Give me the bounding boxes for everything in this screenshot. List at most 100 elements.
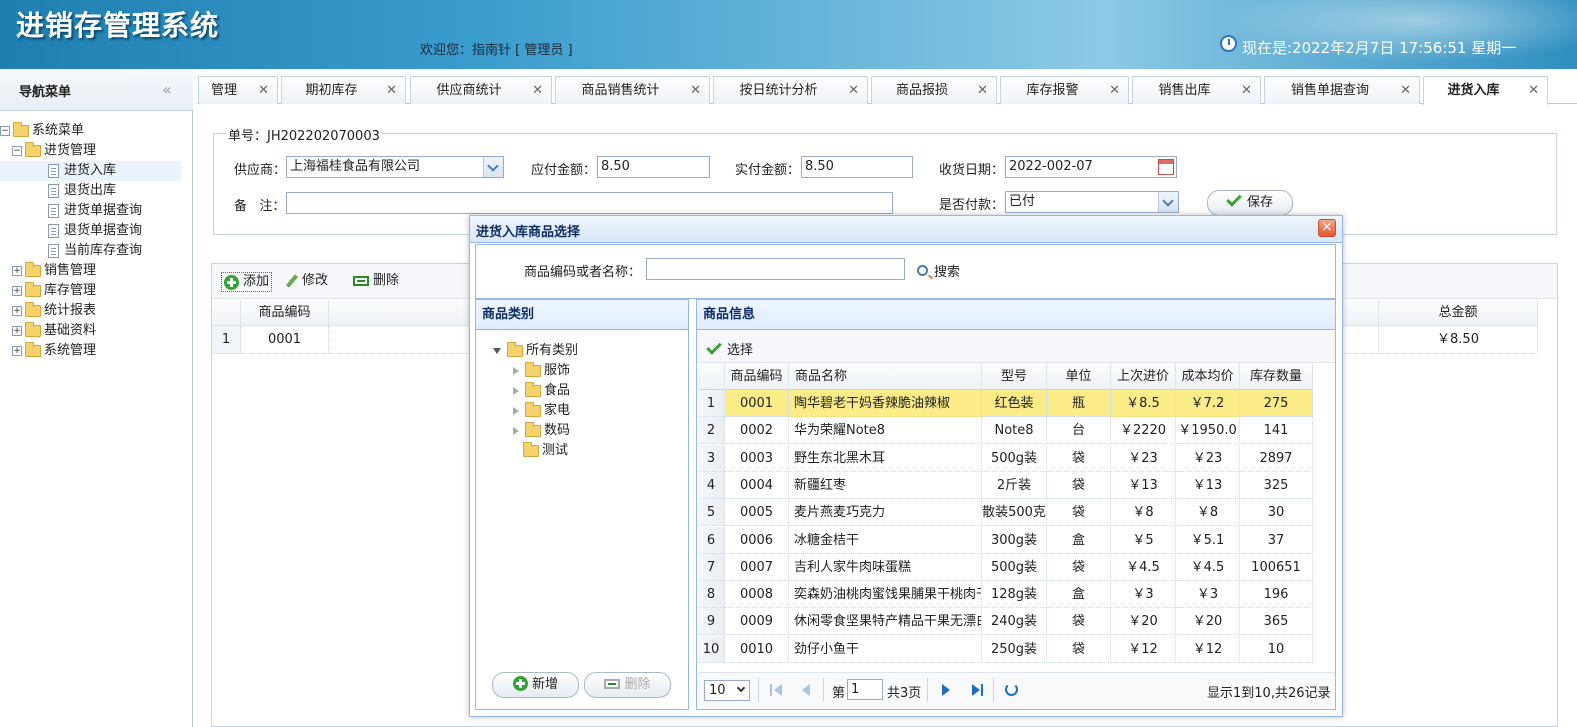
product-cell-stock[interactable]: 30	[1240, 499, 1313, 527]
tab-supplier-stats[interactable]: 供应商统计 ✕	[410, 76, 552, 104]
dialog-header[interactable]	[470, 216, 1342, 243]
product-cell-last-price[interactable]: ￥8.5	[1111, 390, 1176, 417]
product-row[interactable]: 6 0006 冰糖金桔干 300g装盒 ￥5 ￥5.1 37	[698, 526, 1313, 554]
product-cell-name[interactable]: 休闲零食坚果特产精品干果无漂白	[789, 608, 982, 636]
collapse-nav-icon[interactable]: «	[162, 80, 172, 99]
nav-item-purchase-query[interactable]: 进货单据查询	[0, 201, 190, 221]
close-tab-icon[interactable]: ✕	[532, 77, 543, 104]
close-tab-icon[interactable]: ✕	[1400, 77, 1411, 104]
product-row[interactable]: 1 0001 陶华碧老干妈香辣脆油辣椒 红色装瓶 ￥8.5 ￥7.2 275	[698, 390, 1313, 417]
product-cell-avg-cost[interactable]: ￥20	[1176, 608, 1240, 636]
tree-root[interactable]: − 系统菜单	[0, 121, 190, 141]
product-header-unit[interactable]: 单位	[1047, 363, 1111, 390]
collapse-toggle-icon[interactable]: −	[12, 146, 22, 156]
page-number-input[interactable]: 1	[847, 679, 883, 700]
grid-header-code[interactable]: 商品编码	[241, 300, 329, 326]
expand-toggle-icon[interactable]: +	[12, 306, 22, 316]
collapsed-arrow-icon[interactable]	[513, 387, 519, 395]
product-cell-model[interactable]: 300g装	[982, 526, 1047, 554]
product-cell-name[interactable]: 华为荣耀Note8	[789, 417, 982, 445]
close-tab-icon[interactable]: ✕	[1241, 77, 1252, 104]
product-cell-name[interactable]: 陶华碧老干妈香辣脆油辣椒	[789, 390, 982, 417]
chevron-down-icon[interactable]	[1158, 192, 1178, 212]
chevron-down-icon[interactable]	[483, 157, 503, 177]
product-cell-stock[interactable]: 141	[1240, 417, 1313, 445]
close-tab-icon[interactable]: ✕	[1528, 77, 1539, 104]
category-item[interactable]: 家电	[493, 401, 578, 421]
supplier-combobox[interactable]: 上海福桂食品有限公司	[286, 156, 504, 178]
product-cell-unit[interactable]: 瓶	[1047, 390, 1111, 417]
nav-group-inventory[interactable]: + 库存管理	[0, 281, 190, 301]
product-cell-code[interactable]: 0010	[725, 635, 789, 663]
close-tab-icon[interactable]: ✕	[977, 77, 988, 104]
product-cell-avg-cost[interactable]: ￥23	[1176, 444, 1240, 472]
calendar-icon[interactable]	[1158, 159, 1174, 175]
tab-stock-alarm[interactable]: 库存报警 ✕	[1000, 76, 1129, 104]
product-cell-unit[interactable]: 袋	[1047, 635, 1111, 663]
prev-page-icon[interactable]	[802, 684, 810, 696]
product-cell-name[interactable]: 劲仔小鱼干	[789, 635, 982, 663]
payable-amount-field[interactable]: 8.50	[597, 156, 710, 178]
product-cell-model[interactable]: 2斤装	[982, 471, 1047, 499]
product-cell-name[interactable]: 野生东北黑木耳	[789, 444, 982, 472]
product-row[interactable]: 3 0003 野生东北黑木耳 500g装袋 ￥23 ￥23 2897	[698, 444, 1313, 472]
delete-category-button[interactable]: 删除	[584, 672, 671, 698]
product-cell-code[interactable]: 0008	[725, 581, 789, 609]
product-cell-code[interactable]: 0005	[725, 499, 789, 527]
page-size-select[interactable]: 10	[704, 680, 750, 701]
category-item[interactable]: 数码	[493, 421, 578, 441]
grid-header-total[interactable]: 总金额	[1379, 300, 1538, 326]
expand-toggle-icon[interactable]: +	[12, 286, 22, 296]
product-cell-code[interactable]: 0002	[725, 417, 789, 445]
add-category-button[interactable]: 新增	[492, 672, 579, 698]
product-row[interactable]: 5 0005 麦片燕麦巧克力 散装500克袋 ￥8 ￥8 30	[698, 499, 1313, 527]
pay-status-combobox[interactable]: 已付	[1005, 191, 1179, 213]
first-page-icon[interactable]	[770, 684, 782, 696]
next-page-icon[interactable]	[942, 684, 950, 696]
product-cell-unit[interactable]: 袋	[1047, 499, 1111, 527]
close-tab-icon[interactable]: ✕	[386, 77, 397, 104]
product-cell-unit[interactable]: 盒	[1047, 581, 1111, 609]
close-icon[interactable]: ×	[1318, 219, 1336, 237]
receive-date-field[interactable]: 2022-002-07	[1005, 156, 1177, 178]
tab-purchase-in[interactable]: 进货入库 ✕	[1423, 76, 1548, 105]
product-cell-code[interactable]: 0006	[725, 526, 789, 554]
product-cell-model[interactable]: 250g装	[982, 635, 1047, 663]
product-row[interactable]: 2 0002 华为荣耀Note8 Note8 台 ￥2220 ￥1950.0 141	[698, 417, 1313, 445]
product-cell-last-price[interactable]: ￥3	[1111, 581, 1176, 609]
add-button[interactable]: 添加	[221, 272, 273, 292]
close-tab-icon[interactable]: ✕	[848, 77, 859, 104]
tab-management[interactable]: 管理 ✕	[198, 76, 278, 104]
product-cell-stock[interactable]: 196	[1240, 581, 1313, 609]
product-cell-avg-cost[interactable]: ￥7.2	[1176, 390, 1240, 417]
product-cell-unit[interactable]: 袋	[1047, 471, 1111, 499]
product-cell-name[interactable]: 新疆红枣	[789, 471, 982, 499]
product-cell-last-price[interactable]: ￥4.5	[1111, 553, 1176, 581]
product-cell-stock[interactable]: 275	[1240, 390, 1313, 417]
nav-group-system[interactable]: + 系统管理	[0, 341, 190, 361]
product-cell-last-price[interactable]: ￥8	[1111, 499, 1176, 527]
product-cell-avg-cost[interactable]: ￥12	[1176, 635, 1240, 663]
product-cell-avg-cost[interactable]: ￥13	[1176, 471, 1240, 499]
product-cell-avg-cost[interactable]: ￥3	[1176, 581, 1240, 609]
product-header-avg-cost[interactable]: 成本均价	[1176, 363, 1240, 390]
product-header-last-price[interactable]: 上次进价	[1111, 363, 1176, 390]
select-button[interactable]: 选择	[706, 339, 753, 358]
product-row[interactable]: 8 0008 奕森奶油桃肉蜜饯果脯果干桃肉干 128g装盒 ￥3 ￥3 196	[698, 581, 1313, 609]
close-tab-icon[interactable]: ✕	[1109, 77, 1120, 104]
product-cell-model[interactable]: Note8	[982, 417, 1047, 445]
product-cell-unit[interactable]: 袋	[1047, 444, 1111, 472]
product-cell-avg-cost[interactable]: ￥8	[1176, 499, 1240, 527]
product-header-code[interactable]: 商品编码	[725, 363, 789, 390]
product-row[interactable]: 4 0004 新疆红枣 2斤装袋 ￥13 ￥13 325	[698, 471, 1313, 499]
product-row[interactable]: 10 0010 劲仔小鱼干 250g装袋 ￥12 ￥12 10	[698, 635, 1313, 663]
edit-button[interactable]: 修改	[285, 272, 328, 290]
nav-group-reports[interactable]: + 统计报表	[0, 301, 190, 321]
product-cell-name[interactable]: 奕森奶油桃肉蜜饯果脯果干桃肉干	[789, 581, 982, 609]
collapsed-arrow-icon[interactable]	[513, 407, 519, 415]
category-root[interactable]: 所有类别	[493, 341, 578, 361]
product-cell-avg-cost[interactable]: ￥1950.0	[1176, 417, 1240, 445]
product-cell-code[interactable]: 0009	[725, 608, 789, 636]
product-header-stock[interactable]: 库存数量	[1240, 363, 1313, 390]
product-cell-name[interactable]: 吉利人家牛肉味蛋糕	[789, 553, 982, 581]
